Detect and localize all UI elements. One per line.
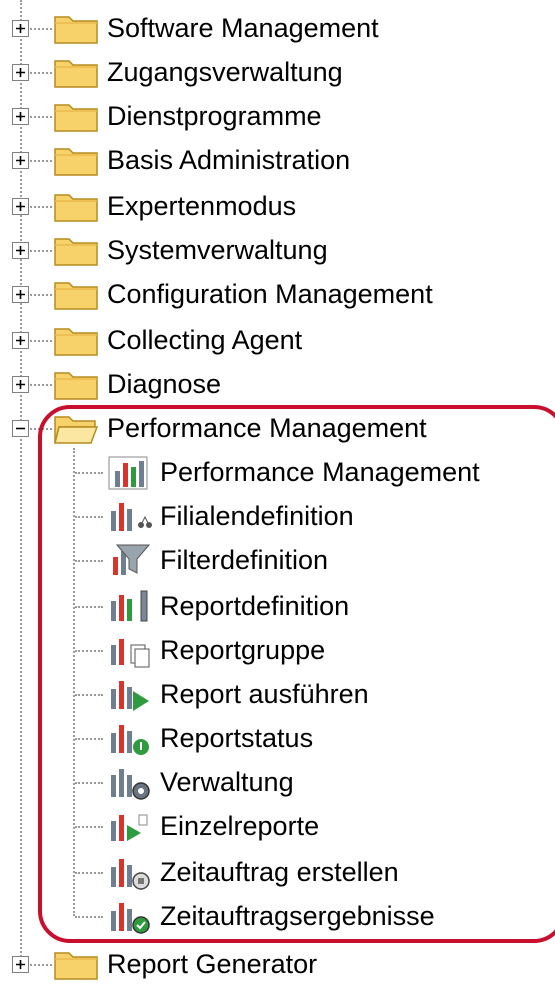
tree-node-diagnose[interactable]: Diagnose bbox=[0, 364, 555, 404]
expand-icon[interactable] bbox=[12, 64, 29, 81]
folder-icon bbox=[54, 238, 98, 266]
tree-connector bbox=[30, 72, 52, 74]
expand-icon[interactable] bbox=[12, 152, 29, 169]
tree-node-collecting-agent[interactable]: Collecting Agent bbox=[0, 320, 555, 360]
tree-node-label: Report Generator bbox=[107, 949, 318, 979]
expand-icon[interactable] bbox=[12, 332, 29, 349]
tree-connector bbox=[30, 206, 52, 208]
tree-connector bbox=[30, 28, 52, 30]
tree-connector bbox=[30, 250, 52, 252]
expand-icon[interactable] bbox=[12, 242, 29, 259]
folder-icon bbox=[54, 372, 98, 400]
tree-node-label: Collecting Agent bbox=[107, 325, 303, 355]
folder-icon bbox=[54, 60, 98, 88]
tree-node-label: Dienstprogramme bbox=[107, 101, 322, 131]
folder-icon bbox=[54, 194, 98, 222]
expand-icon[interactable] bbox=[12, 956, 29, 973]
highlight-annotation bbox=[38, 405, 555, 943]
expand-icon[interactable] bbox=[12, 376, 29, 393]
tree-node-systemverwaltung[interactable]: Systemverwaltung bbox=[0, 230, 555, 270]
tree-connector bbox=[30, 294, 52, 296]
folder-icon bbox=[54, 16, 98, 44]
expand-icon[interactable] bbox=[12, 286, 29, 303]
tree-connector bbox=[30, 116, 52, 118]
folder-icon bbox=[54, 328, 98, 356]
tree-connector bbox=[30, 964, 52, 966]
folder-icon bbox=[54, 148, 98, 176]
tree-node-zugangsverwaltung[interactable]: Zugangsverwaltung bbox=[0, 52, 555, 92]
folder-icon bbox=[54, 104, 98, 132]
tree-connector bbox=[30, 340, 52, 342]
tree-node-dienstprogramme[interactable]: Dienstprogramme bbox=[0, 96, 555, 136]
tree-connector bbox=[30, 384, 52, 386]
tree-node-label: Expertenmodus bbox=[107, 191, 297, 221]
folder-icon bbox=[54, 282, 98, 310]
collapse-icon[interactable] bbox=[12, 420, 29, 437]
tree-node-label: Configuration Management bbox=[107, 279, 433, 309]
expand-icon[interactable] bbox=[12, 198, 29, 215]
tree-node-report-generator[interactable]: Report Generator bbox=[0, 944, 555, 984]
tree-node-label: Systemverwaltung bbox=[107, 235, 328, 265]
tree-node-label: Zugangsverwaltung bbox=[107, 57, 343, 87]
expand-icon[interactable] bbox=[12, 20, 29, 37]
tree-node-expertenmodus[interactable]: Expertenmodus bbox=[0, 186, 555, 226]
expand-icon[interactable] bbox=[12, 108, 29, 125]
tree-node-label: Diagnose bbox=[107, 369, 222, 399]
folder-icon bbox=[54, 952, 98, 980]
tree-node-software-management[interactable]: Software Management bbox=[0, 8, 555, 48]
tree-node-basis-administration[interactable]: Basis Administration bbox=[0, 140, 555, 180]
tree-connector bbox=[30, 160, 52, 162]
tree-node-label: Software Management bbox=[107, 13, 379, 43]
tree-node-configuration-management[interactable]: Configuration Management bbox=[0, 274, 555, 314]
tree-node-label: Basis Administration bbox=[107, 145, 351, 175]
